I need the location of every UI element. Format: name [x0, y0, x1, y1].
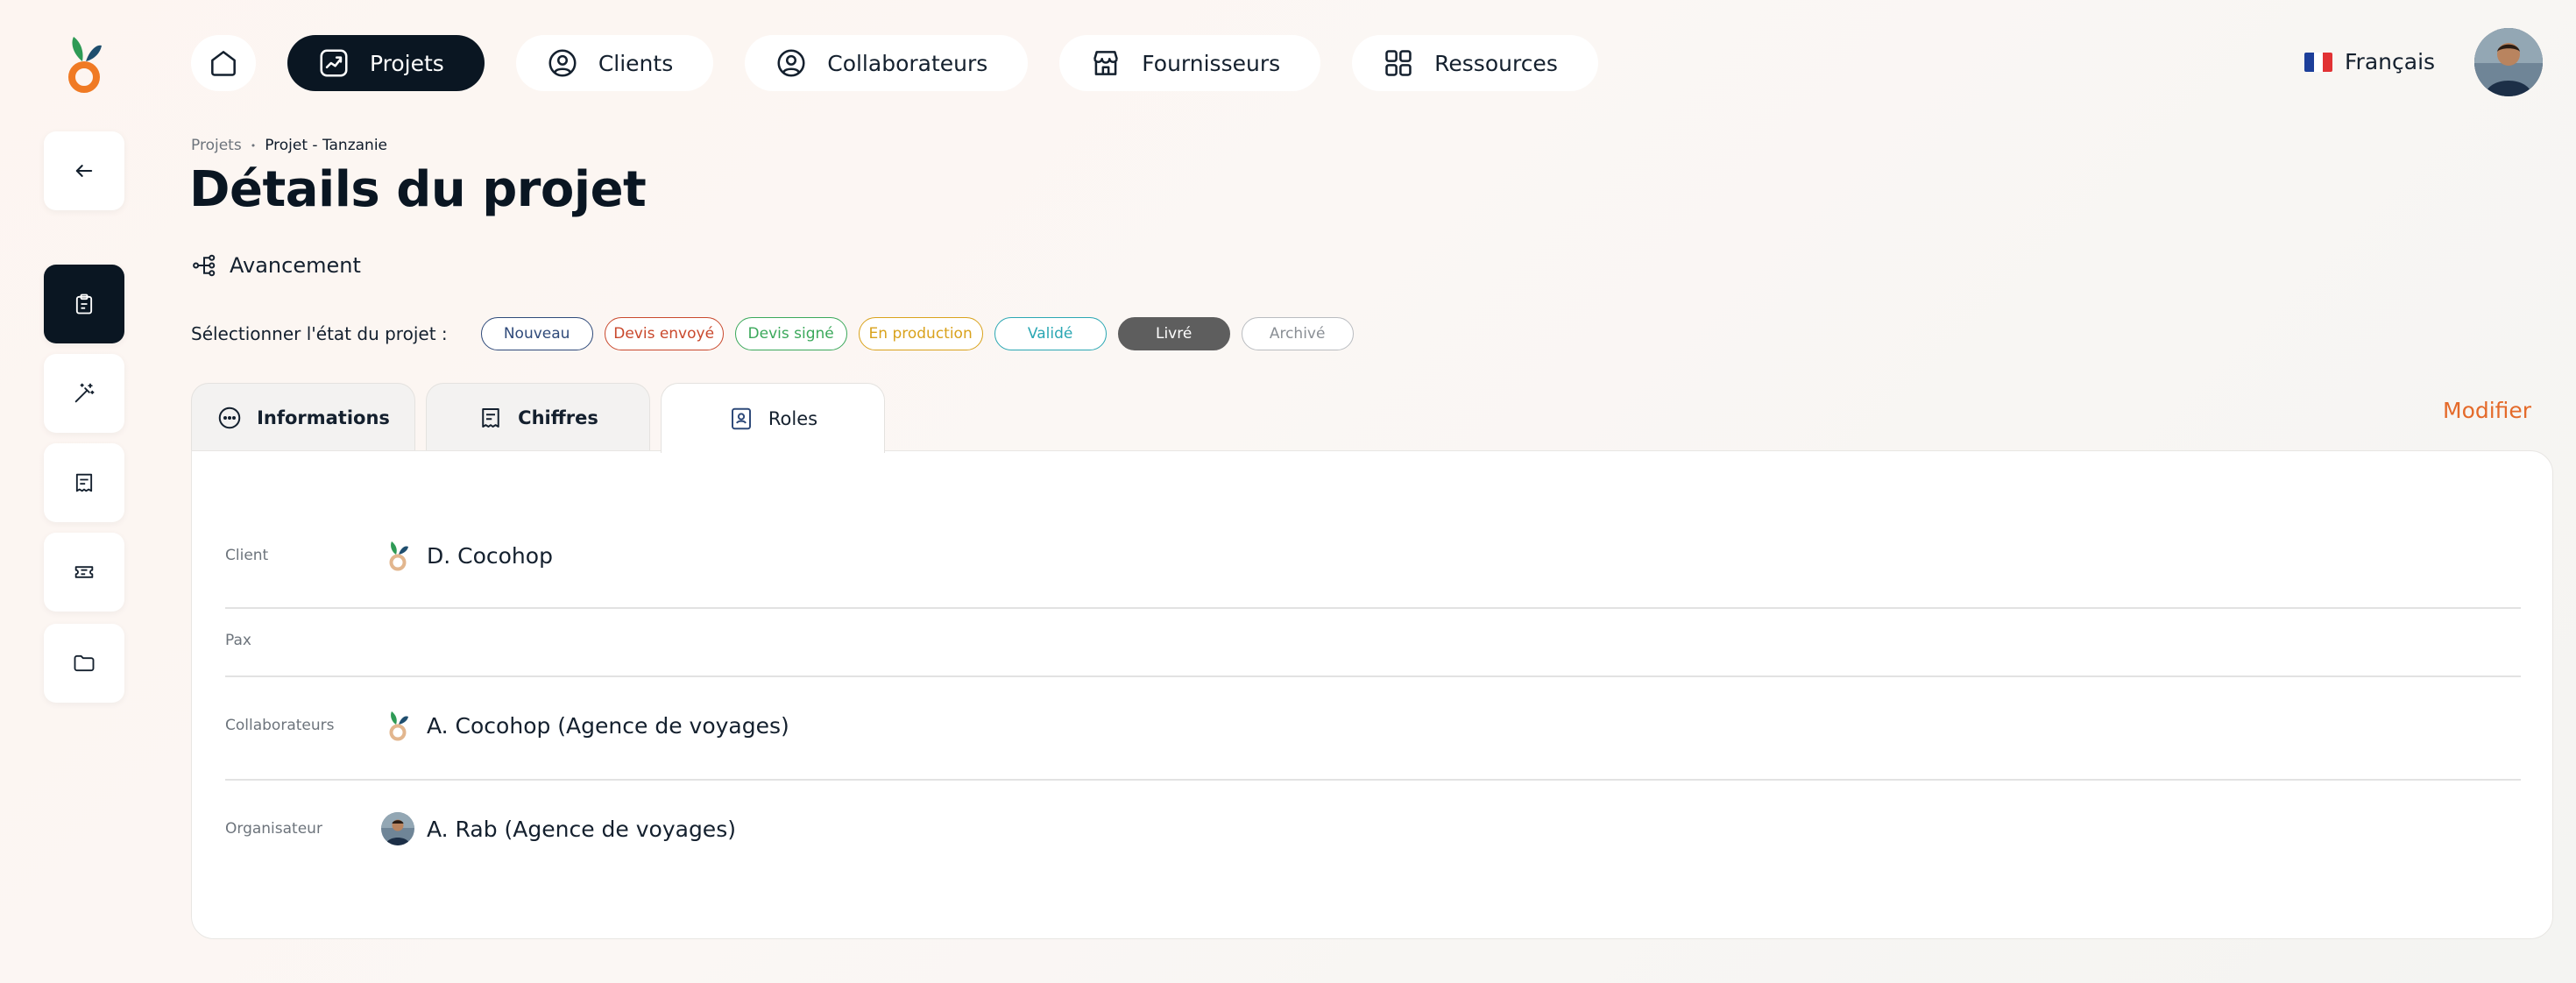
project-state-selector: Sélectionner l'état du projet : Nouveau … — [191, 317, 1354, 350]
id-badge-icon — [728, 406, 754, 432]
tab-chiffres[interactable]: Chiffres — [426, 383, 650, 451]
france-flag-icon — [2304, 52, 2332, 72]
sidebar-details[interactable] — [44, 265, 124, 343]
state-devis-envoye[interactable]: Devis envoyé — [604, 317, 724, 350]
role-value: D. Cocohop — [427, 542, 553, 569]
nav-collaborateurs-label: Collaborateurs — [827, 50, 988, 76]
ticket-icon — [72, 560, 96, 584]
tab-roles-label: Roles — [768, 407, 818, 429]
folder-icon — [72, 651, 96, 675]
state-livre[interactable]: Livré — [1117, 317, 1230, 350]
page-title: Détails du projet — [189, 161, 647, 218]
nav-clients-label: Clients — [598, 50, 674, 76]
home-icon — [207, 46, 240, 80]
role-label: Organisateur — [225, 820, 322, 838]
row-divider — [225, 779, 2521, 781]
language-selector[interactable]: Français — [2304, 49, 2435, 74]
user-avatar[interactable] — [2474, 28, 2543, 96]
sidebar-receipt[interactable] — [44, 443, 124, 522]
role-row-organisateur: Organisateur A. Rab (Agence de voyages) — [225, 812, 2521, 845]
top-navigation: Projets Clients Collaborateurs Fournisse… — [191, 35, 1598, 91]
nav-projets[interactable]: Projets — [287, 35, 485, 91]
language-label: Français — [2345, 49, 2436, 74]
cocohop-avatar — [381, 539, 414, 572]
role-value: A. Rab (Agence de voyages) — [427, 816, 736, 842]
cocohop-avatar — [381, 709, 414, 742]
role-label: Collaborateurs — [225, 717, 335, 734]
modify-button[interactable]: Modifier — [2443, 398, 2531, 423]
state-label: Sélectionner l'état du projet : — [191, 323, 448, 344]
progress-title: Avancement — [230, 253, 361, 278]
state-valide[interactable]: Validé — [994, 317, 1107, 350]
tab-roles[interactable]: Roles — [661, 383, 885, 453]
nav-ressources-label: Ressources — [1434, 50, 1558, 76]
nav-clients[interactable]: Clients — [515, 35, 714, 91]
row-divider — [225, 675, 2521, 677]
role-value: A. Cocohop (Agence de voyages) — [427, 712, 789, 739]
nav-home[interactable] — [191, 35, 256, 91]
magic-wand-icon — [72, 381, 96, 406]
tab-informations[interactable]: Informations — [191, 383, 415, 451]
nav-projets-label: Projets — [370, 50, 444, 76]
organizer-avatar — [381, 812, 414, 845]
user-circle-icon — [775, 46, 808, 80]
roles-card: Client D. Cocohop Pax Collaborateurs A. … — [191, 450, 2553, 939]
back-button[interactable] — [44, 131, 124, 210]
tab-chiffres-label: Chiffres — [518, 407, 598, 428]
user-circle-icon — [546, 46, 579, 80]
clipboard-icon — [72, 292, 96, 316]
workflow-icon — [191, 252, 217, 279]
sidebar-tickets[interactable] — [44, 533, 124, 612]
progress-header: Avancement — [191, 252, 361, 279]
cocohop-logo[interactable] — [63, 35, 105, 93]
state-archive[interactable]: Archivé — [1241, 317, 1354, 350]
state-devis-signe[interactable]: Devis signé — [734, 317, 847, 350]
sidebar-folder[interactable] — [44, 624, 124, 703]
nav-ressources[interactable]: Ressources — [1352, 35, 1598, 91]
state-nouveau[interactable]: Nouveau — [480, 317, 593, 350]
role-row-collaborateurs: Collaborateurs A. Cocohop (Agence de voy… — [225, 709, 2521, 742]
tab-informations-label: Informations — [257, 407, 390, 428]
dots-circle-icon — [216, 405, 243, 431]
breadcrumb-separator: • — [250, 139, 257, 152]
arrow-left-icon — [72, 159, 96, 183]
receipt-icon — [478, 405, 504, 431]
role-label: Pax — [225, 632, 251, 649]
row-divider — [225, 607, 2521, 609]
role-row-client: Client D. Cocohop — [225, 539, 2521, 572]
detail-tabs: Informations Chiffres Roles — [191, 383, 885, 453]
nav-fournisseurs-label: Fournisseurs — [1142, 50, 1281, 76]
sidebar-magic[interactable] — [44, 354, 124, 433]
breadcrumb-parent[interactable]: Projets — [191, 137, 242, 154]
breadcrumb-current: Projet - Tanzanie — [265, 137, 388, 154]
projects-icon — [317, 46, 350, 80]
nav-collaborateurs[interactable]: Collaborateurs — [745, 35, 1029, 91]
storefront-icon — [1089, 46, 1122, 80]
role-row-pax: Pax — [225, 623, 2521, 658]
receipt-icon — [72, 470, 96, 495]
breadcrumb: Projets • Projet - Tanzanie — [191, 137, 387, 154]
role-label: Client — [225, 547, 269, 564]
grid-icon — [1382, 46, 1415, 80]
state-en-production[interactable]: En production — [858, 317, 983, 350]
nav-fournisseurs[interactable]: Fournisseurs — [1059, 35, 1321, 91]
